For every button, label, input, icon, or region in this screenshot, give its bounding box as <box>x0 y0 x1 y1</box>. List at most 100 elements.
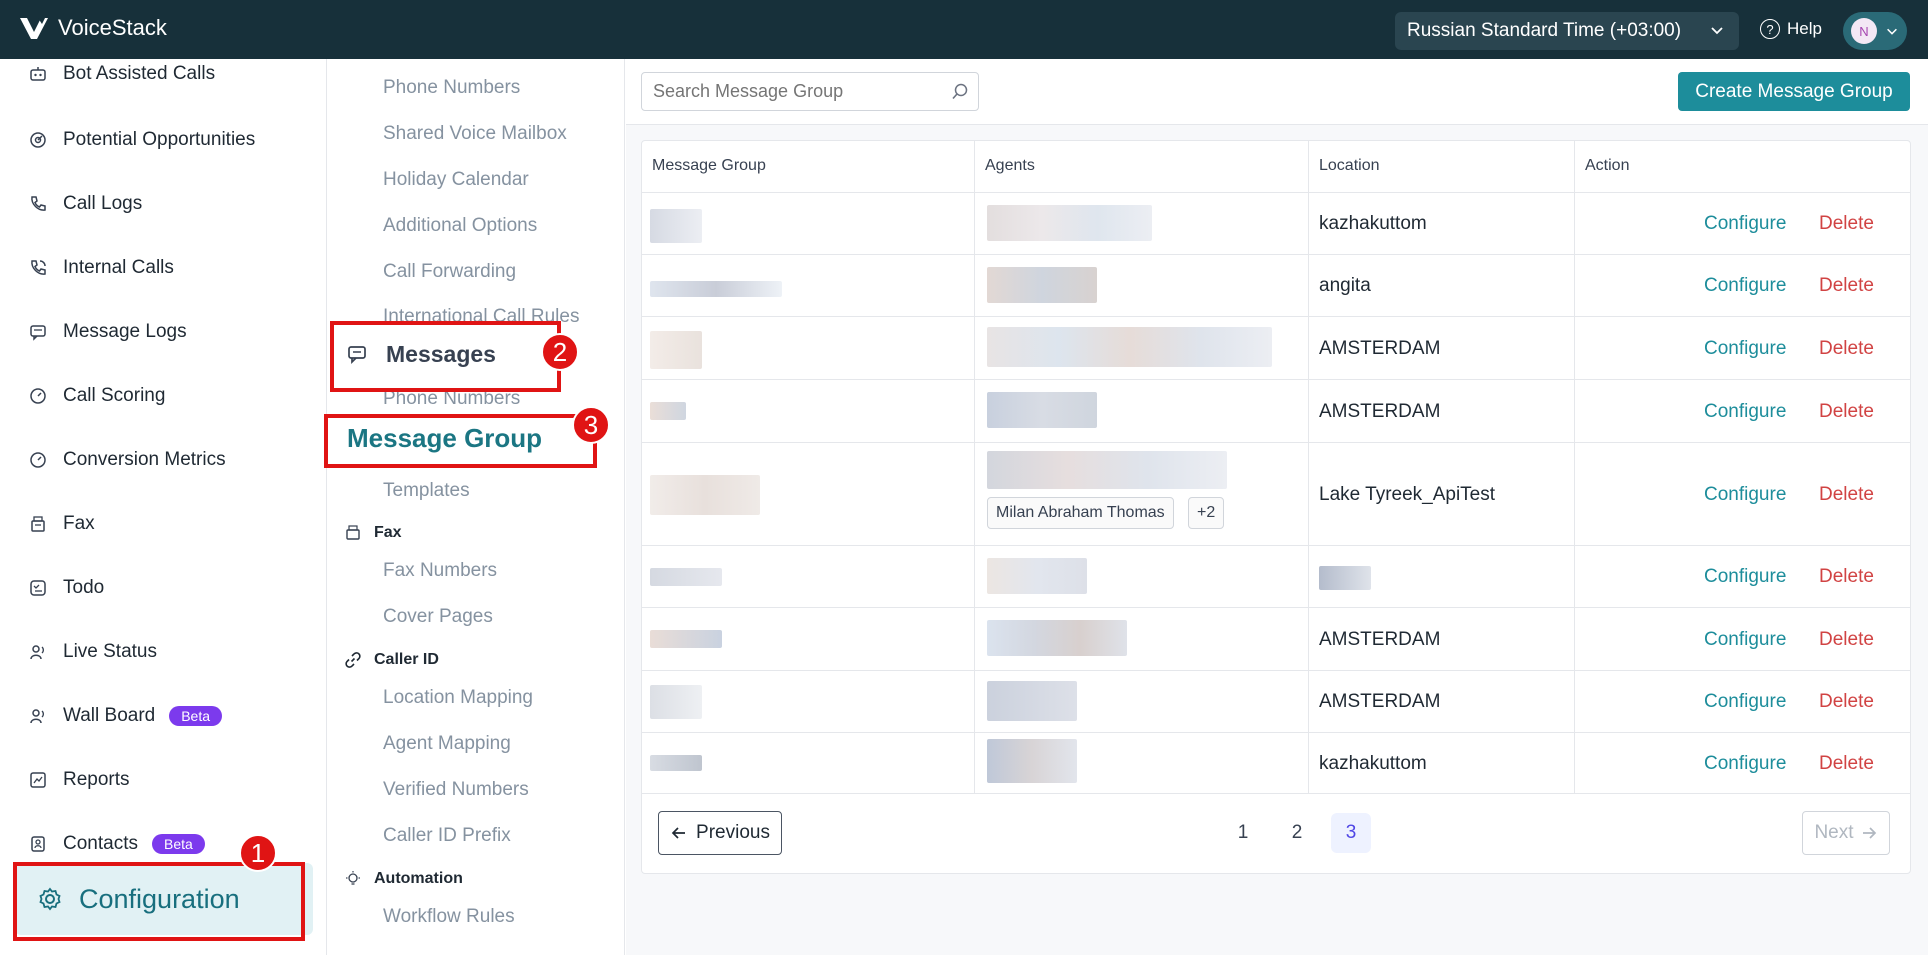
redacted-group-name <box>650 209 702 243</box>
sidebar-item-call-logs[interactable]: Call Logs <box>28 189 142 219</box>
submenu-item-phone-numbers[interactable]: Phone Numbers <box>383 77 520 99</box>
timezone-value: Russian Standard Time (+03:00) <box>1407 20 1682 41</box>
sidebar-item-reports[interactable]: Reports <box>28 765 130 795</box>
column-header-location[interactable]: Location <box>1319 157 1380 175</box>
next-page-button[interactable]: Next <box>1802 811 1890 855</box>
delete-link[interactable]: Delete <box>1819 338 1874 360</box>
submenu-item-verified-numbers[interactable]: Verified Numbers <box>383 779 529 801</box>
sidebar-item-label: Internal Calls <box>63 257 174 278</box>
highlight-box-configuration <box>13 862 305 941</box>
voicestack-logo-icon <box>20 18 48 39</box>
user-menu[interactable]: N <box>1843 12 1907 50</box>
sidebar-item-conversion-metrics[interactable]: Conversion Metrics <box>28 445 226 475</box>
delete-link[interactable]: Delete <box>1819 629 1874 651</box>
help-icon: ? <box>1760 19 1780 39</box>
sidebar-item-message-logs[interactable]: Message Logs <box>28 317 187 347</box>
sidebar-item-wall-board[interactable]: Wall Board Beta <box>28 701 223 731</box>
timezone-select[interactable]: Russian Standard Time (+03:00) <box>1395 12 1739 50</box>
page-number-2[interactable]: 2 <box>1277 813 1317 853</box>
configure-link[interactable]: Configure <box>1704 213 1786 235</box>
sidebar-item-bot-assisted-calls[interactable]: Bot Assisted Calls <box>28 59 215 89</box>
location-cell: AMSTERDAM <box>1319 691 1441 712</box>
redacted-agents <box>987 451 1227 489</box>
wallboard-icon <box>30 709 44 724</box>
sidebar-item-potential-opportunities[interactable]: Potential Opportunities <box>28 125 255 155</box>
submenu-item-fax-numbers[interactable]: Fax Numbers <box>383 560 497 582</box>
sidebar-item-live-status[interactable]: Live Status <box>28 637 157 667</box>
gauge-icon <box>30 452 46 468</box>
sidebar-item-label: Fax <box>63 513 95 534</box>
submenu-item-holiday-calendar[interactable]: Holiday Calendar <box>383 169 529 191</box>
configure-link[interactable]: Configure <box>1704 691 1786 713</box>
help-label: Help <box>1787 19 1822 38</box>
column-header-agents[interactable]: Agents <box>985 157 1035 175</box>
submenu-item-templates[interactable]: Templates <box>383 480 470 502</box>
configure-link[interactable]: Configure <box>1704 401 1786 423</box>
previous-page-button[interactable]: Previous <box>658 811 782 855</box>
table-header: Message Group Agents Location Action <box>642 141 1910 193</box>
delete-link[interactable]: Delete <box>1819 275 1874 297</box>
sidebar-item-label: Wall Board <box>63 705 156 726</box>
submenu-item-additional-options[interactable]: Additional Options <box>383 215 537 237</box>
location-cell: kazhakuttom <box>1319 213 1427 234</box>
sidebar-item-call-scoring[interactable]: Call Scoring <box>28 381 165 411</box>
configure-link[interactable]: Configure <box>1704 338 1786 360</box>
highlight-box-messages <box>330 321 561 392</box>
opportunity-icon <box>30 132 46 148</box>
delete-link[interactable]: Delete <box>1819 753 1874 775</box>
submenu-item-agent-mapping[interactable]: Agent Mapping <box>383 733 511 755</box>
submenu-item-cover-pages[interactable]: Cover Pages <box>383 606 493 628</box>
submenu-item-call-forwarding[interactable]: Call Forwarding <box>383 261 516 283</box>
top-bar: VoiceStack Russian Standard Time (+03:00… <box>0 0 1928 59</box>
redacted-group-name <box>650 402 686 420</box>
delete-link[interactable]: Delete <box>1819 213 1874 235</box>
table-row: AMSTERDAM Configure Delete <box>642 317 1910 380</box>
sidebar-item-label: Reports <box>63 769 130 790</box>
submenu-item-location-mapping[interactable]: Location Mapping <box>383 687 533 709</box>
step-badge-3: 3 <box>572 406 610 444</box>
arrow-left-icon <box>671 827 686 839</box>
create-message-group-button[interactable]: Create Message Group <box>1678 72 1910 111</box>
delete-link[interactable]: Delete <box>1819 566 1874 588</box>
redacted-agents <box>987 267 1097 303</box>
more-agents-chip[interactable]: +2 <box>1188 497 1225 529</box>
search-input[interactable] <box>641 72 979 111</box>
configure-link[interactable]: Configure <box>1704 566 1786 588</box>
pagination: Previous 1 2 3 Next <box>642 794 1910 873</box>
fax-icon <box>346 525 360 540</box>
column-header-message-group[interactable]: Message Group <box>652 157 766 175</box>
submenu-section-automation[interactable]: Automation <box>344 870 463 888</box>
agent-chip: Milan Abraham Thomas <box>987 497 1174 529</box>
table-row: AMSTERDAM Configure Delete <box>642 380 1910 443</box>
arrow-right-icon <box>1862 827 1876 839</box>
redacted-group-name <box>650 685 702 719</box>
redacted-group-name <box>650 568 722 586</box>
submenu-item-shared-voice-mailbox[interactable]: Shared Voice Mailbox <box>383 123 567 145</box>
phone-internal-icon <box>31 260 46 275</box>
sidebar-item-internal-calls[interactable]: Internal Calls <box>28 253 174 283</box>
submenu-section-caller-id[interactable]: Caller ID <box>344 651 439 669</box>
sidebar-item-contacts[interactable]: Contacts Beta <box>28 829 205 859</box>
location-cell: AMSTERDAM <box>1319 401 1441 422</box>
delete-link[interactable]: Delete <box>1819 484 1874 506</box>
submenu-item-caller-id-prefix[interactable]: Caller ID Prefix <box>383 825 511 847</box>
submenu-item-workflow-rules[interactable]: Workflow Rules <box>383 906 515 928</box>
live-status-icon <box>30 645 44 660</box>
configure-link[interactable]: Configure <box>1704 275 1786 297</box>
configure-link[interactable]: Configure <box>1704 629 1786 651</box>
app-logo[interactable]: VoiceStack <box>18 14 167 42</box>
redacted-group-name <box>650 630 722 648</box>
page-number-1[interactable]: 1 <box>1223 813 1263 853</box>
table-row: kazhakuttom Configure Delete <box>642 193 1910 255</box>
configure-link[interactable]: Configure <box>1704 484 1786 506</box>
help-button[interactable]: ? Help <box>1760 19 1822 39</box>
submenu-section-fax[interactable]: Fax <box>344 524 402 542</box>
configure-link[interactable]: Configure <box>1704 753 1786 775</box>
sidebar-item-fax[interactable]: Fax <box>28 509 95 539</box>
page-number-3[interactable]: 3 <box>1331 813 1371 853</box>
redacted-agents <box>987 392 1097 428</box>
delete-link[interactable]: Delete <box>1819 691 1874 713</box>
delete-link[interactable]: Delete <box>1819 401 1874 423</box>
sidebar-item-todo[interactable]: Todo <box>28 573 104 603</box>
redacted-group-name <box>650 281 782 297</box>
